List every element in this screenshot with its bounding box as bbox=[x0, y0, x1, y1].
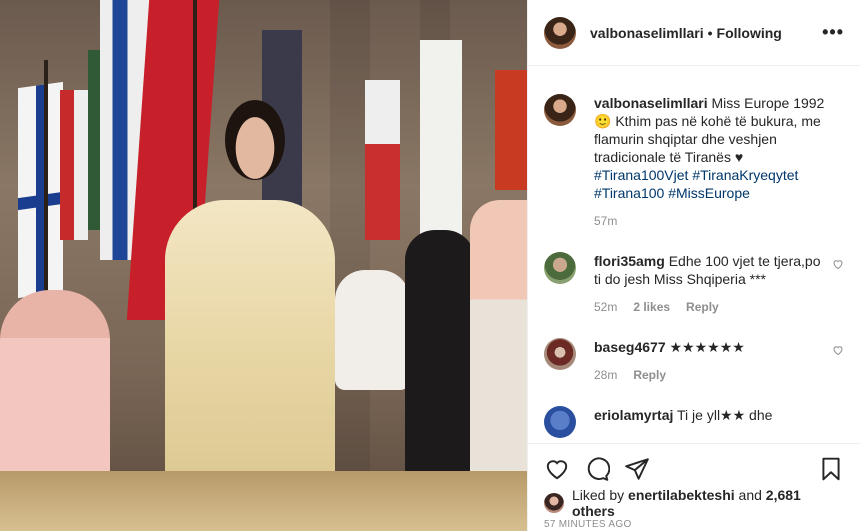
caption-text: valbonaselimllari Miss Europe 1992 🙂 Kth… bbox=[594, 94, 844, 202]
liked-by-prefix: Liked by bbox=[572, 487, 625, 503]
liked-by-user[interactable]: enertilabekteshi bbox=[628, 487, 735, 503]
flag-red-white bbox=[60, 90, 88, 240]
following-button[interactable]: Following bbox=[717, 25, 782, 41]
post-header: valbonaselimllari • Following ••• bbox=[528, 0, 860, 66]
comment-body: ★★★★★★ bbox=[669, 339, 745, 355]
comments-list[interactable]: valbonaselimllari Miss Europe 1992 🙂 Kth… bbox=[528, 67, 860, 443]
comment-time: 28m bbox=[594, 368, 618, 382]
list-item: eriolamyrtaj Ti je yll★★ dhe bbox=[544, 406, 844, 438]
avatar[interactable] bbox=[544, 252, 576, 284]
comment-time: 52m bbox=[594, 300, 618, 314]
more-icon[interactable]: ••• bbox=[822, 22, 844, 43]
reply-button[interactable]: Reply bbox=[686, 300, 719, 314]
comment-text: eriolamyrtaj Ti je yll★★ dhe bbox=[594, 406, 844, 424]
avatar[interactable] bbox=[544, 94, 576, 126]
stage-floor bbox=[0, 471, 527, 531]
heart-icon[interactable] bbox=[832, 258, 844, 270]
flag-white bbox=[420, 40, 462, 240]
post-modal: valbonaselimllari • Following ••• valbon… bbox=[0, 0, 860, 531]
post-timestamp[interactable]: 57 MINUTES AGO bbox=[544, 519, 632, 530]
caption: valbonaselimllari Miss Europe 1992 🙂 Kth… bbox=[544, 94, 844, 228]
comment-username[interactable]: baseg4677 bbox=[594, 339, 666, 355]
separator-dot: • bbox=[707, 24, 713, 41]
list-item: baseg4677 ★★★★★★ 28m Reply bbox=[544, 338, 844, 382]
avatar[interactable] bbox=[544, 406, 576, 438]
avatar[interactable] bbox=[544, 338, 576, 370]
heart-icon[interactable] bbox=[544, 456, 570, 482]
share-icon[interactable] bbox=[624, 456, 650, 482]
header-username[interactable]: valbonaselimllari bbox=[590, 25, 704, 41]
likes-row: Liked by enertilabekteshi and 2,681 othe… bbox=[544, 487, 844, 519]
comment-text: flori35amg Edhe 100 vjet te tjera,po ti … bbox=[594, 252, 824, 288]
finland-flag bbox=[18, 81, 63, 299]
comment-body: Ti je yll★★ dhe bbox=[677, 407, 773, 423]
comment-text: baseg4677 ★★★★★★ bbox=[594, 338, 824, 356]
flag-red-white-right bbox=[365, 80, 400, 240]
contestant-white-dress bbox=[335, 270, 410, 390]
avatar[interactable] bbox=[544, 493, 564, 513]
contestant-center-head bbox=[225, 100, 285, 180]
caption-username[interactable]: valbonaselimllari bbox=[594, 95, 708, 111]
contestant-black-dress bbox=[405, 230, 475, 480]
action-bar bbox=[528, 443, 860, 493]
list-item: flori35amg Edhe 100 vjet te tjera,po ti … bbox=[544, 252, 844, 314]
liked-by-and: and bbox=[738, 487, 762, 503]
bookmark-icon[interactable] bbox=[818, 456, 844, 482]
heart-icon[interactable] bbox=[832, 344, 844, 356]
post-photo[interactable] bbox=[0, 0, 527, 531]
comment-username[interactable]: eriolamyrtaj bbox=[594, 407, 673, 423]
avatar[interactable] bbox=[544, 16, 576, 49]
post-panel: valbonaselimllari • Following ••• valbon… bbox=[527, 0, 860, 531]
comment-icon[interactable] bbox=[584, 456, 610, 482]
reply-button[interactable]: Reply bbox=[633, 368, 666, 382]
caption-time: 57m bbox=[594, 214, 618, 228]
caption-hashtags[interactable]: #Tirana100Vjet #TiranaKryeqytet #Tirana1… bbox=[594, 166, 844, 202]
background-column bbox=[330, 0, 370, 531]
comment-likes[interactable]: 2 likes bbox=[633, 300, 670, 314]
flag-red-edge bbox=[495, 70, 527, 190]
comment-username[interactable]: flori35amg bbox=[594, 253, 665, 269]
